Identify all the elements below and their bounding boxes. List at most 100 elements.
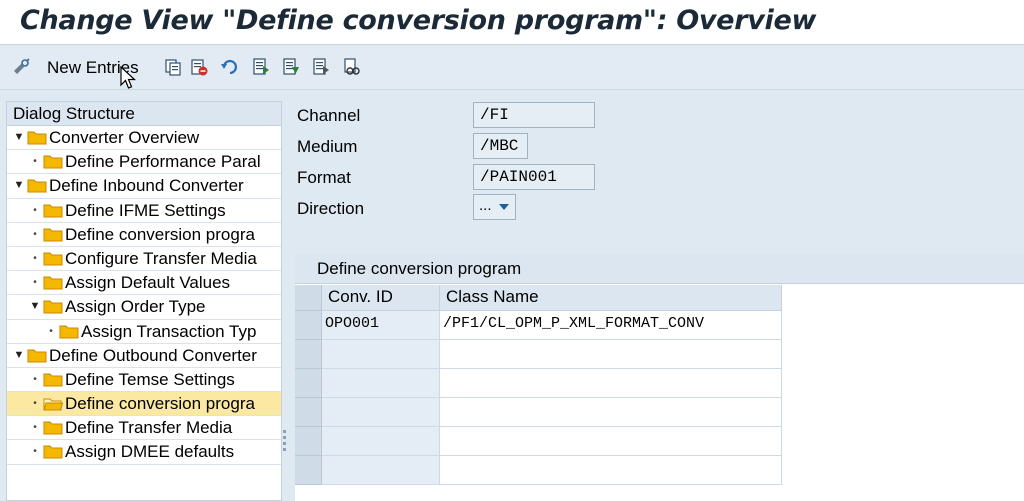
row-selector[interactable] [295, 369, 322, 398]
tree-node-label: Assign Order Type [65, 297, 206, 317]
tree-node[interactable]: ▼ Define Inbound Converter [7, 174, 281, 199]
tree-node[interactable]: ▼ Converter Overview [7, 126, 281, 151]
direction-value: ... [479, 197, 492, 214]
panel-splitter-handle[interactable] [283, 430, 287, 454]
folder-icon [43, 204, 63, 218]
tree-node-label: Define Transfer Media [65, 418, 233, 438]
deselect-all-icon[interactable] [310, 54, 332, 80]
tree-node-label: Assign Transaction Typ [81, 321, 257, 341]
tree-node-label: Define conversion progra [65, 394, 255, 414]
expand-toggle-icon[interactable]: ▼ [29, 295, 41, 318]
direction-dropdown[interactable]: ... [473, 194, 516, 220]
select-block-icon[interactable] [280, 54, 302, 80]
tree-node[interactable]: • Define Temse Settings [7, 368, 281, 393]
folder-icon [43, 228, 63, 242]
folder-icon [43, 421, 63, 435]
leaf-bullet-icon: • [33, 446, 37, 458]
class-name-cell[interactable] [440, 398, 782, 427]
title-bar: Change View "Define conversion program":… [0, 0, 1024, 45]
leaf-bullet-icon: • [33, 422, 37, 434]
conv-id-cell[interactable]: OPO001 [322, 311, 440, 340]
folder-icon [43, 445, 63, 459]
tree-node[interactable]: • Configure Transfer Media [7, 247, 281, 272]
row-selector[interactable] [295, 340, 322, 369]
select-all-icon[interactable] [250, 54, 272, 80]
conv-id-cell[interactable] [322, 340, 440, 369]
class-name-cell[interactable] [440, 456, 782, 485]
tree-node-label: Define IFME Settings [65, 200, 226, 220]
tree-node-label: Define conversion progra [65, 224, 255, 244]
find-icon[interactable] [341, 54, 363, 80]
expand-toggle-icon[interactable]: ▼ [13, 174, 25, 197]
folder-icon [43, 300, 63, 314]
tree-node-label: Define Performance Paral [65, 152, 261, 172]
column-header[interactable]: Class Name [440, 285, 782, 311]
details-icon[interactable] [8, 54, 34, 80]
tree-node-label: Define Outbound Converter [49, 345, 257, 365]
channel-field[interactable]: /FI [473, 102, 595, 128]
copy-icon[interactable] [163, 54, 183, 80]
channel-label: Channel [297, 106, 361, 125]
conv-id-cell[interactable] [322, 427, 440, 456]
chevron-down-icon [499, 204, 509, 210]
leaf-bullet-icon: • [33, 252, 37, 264]
new-entries-button[interactable]: New Entries [47, 58, 139, 78]
class-name-cell[interactable]: /PF1/CL_OPM_P_XML_FORMAT_CONV [440, 311, 782, 340]
row-selector[interactable] [295, 456, 322, 485]
format-label: Format [297, 168, 351, 187]
folder-icon [43, 373, 63, 387]
folder-icon [59, 325, 79, 338]
folder-icon [43, 252, 63, 266]
leaf-bullet-icon: • [33, 228, 37, 240]
tree-node[interactable]: • Define Transfer Media [7, 416, 281, 441]
tree-node[interactable]: • Define conversion progra [7, 392, 281, 417]
expand-toggle-icon[interactable]: ▼ [13, 126, 25, 149]
tree-node[interactable]: • Define IFME Settings [7, 199, 281, 223]
tree-node[interactable]: • Assign DMEE defaults [7, 440, 281, 465]
folder-icon [43, 276, 63, 290]
conv-id-cell[interactable] [322, 369, 440, 398]
direction-label: Direction [297, 199, 365, 218]
tree-node-label: Define Temse Settings [65, 369, 235, 389]
dialog-structure-tree: ▼ Converter Overview • Define Performance P… [7, 126, 281, 465]
tree-node-label: Configure Transfer Media [65, 248, 257, 268]
class-name-cell[interactable] [440, 340, 782, 369]
select-all-rows-cell[interactable] [295, 285, 322, 311]
medium-label: Medium [297, 137, 358, 156]
folder-icon [27, 349, 47, 363]
dialog-structure-header: Dialog Structure [7, 102, 281, 126]
format-field[interactable]: /PAIN001 [473, 164, 595, 190]
window-title: Change View "Define conversion program":… [20, 5, 817, 36]
row-selector[interactable] [295, 311, 322, 340]
undo-icon[interactable] [219, 54, 241, 80]
row-selector[interactable] [295, 398, 322, 427]
tree-node[interactable]: ▼ Assign Order Type [7, 295, 281, 320]
tree-node[interactable]: ▼ Define Outbound Converter [7, 344, 281, 368]
row-selector[interactable] [295, 427, 322, 456]
expand-toggle-icon[interactable]: ▼ [13, 344, 25, 367]
leaf-bullet-icon: • [33, 373, 37, 385]
conversion-program-table-section: Define conversion program Conv. ID Class … [295, 254, 1024, 501]
tree-node[interactable]: • Define Performance Paral [7, 150, 281, 175]
delete-icon[interactable] [188, 54, 210, 80]
tree-node[interactable]: • Assign Default Values [7, 271, 281, 296]
application-toolbar: New Entries [0, 46, 1024, 90]
conv-id-cell[interactable] [322, 456, 440, 485]
conv-id-cell[interactable] [322, 398, 440, 427]
tree-node[interactable]: • Define conversion progra [7, 223, 281, 247]
tree-node-label: Assign Default Values [65, 273, 231, 293]
class-name-cell[interactable] [440, 369, 782, 398]
leaf-bullet-icon: • [33, 156, 37, 168]
tree-node-label: Converter Overview [49, 128, 200, 147]
leaf-bullet-icon: • [33, 277, 37, 289]
folder-icon [27, 131, 47, 145]
medium-field[interactable]: /MBC [473, 133, 528, 159]
leaf-bullet-icon: • [33, 204, 37, 216]
tree-node-label: Define Inbound Converter [49, 176, 244, 196]
folder-icon [27, 179, 47, 193]
column-header[interactable]: Conv. ID [322, 285, 440, 311]
leaf-bullet-icon: • [49, 325, 53, 337]
table-title: Define conversion program [295, 254, 1024, 284]
tree-node[interactable]: • Assign Transaction Typ [7, 320, 281, 344]
class-name-cell[interactable] [440, 427, 782, 456]
